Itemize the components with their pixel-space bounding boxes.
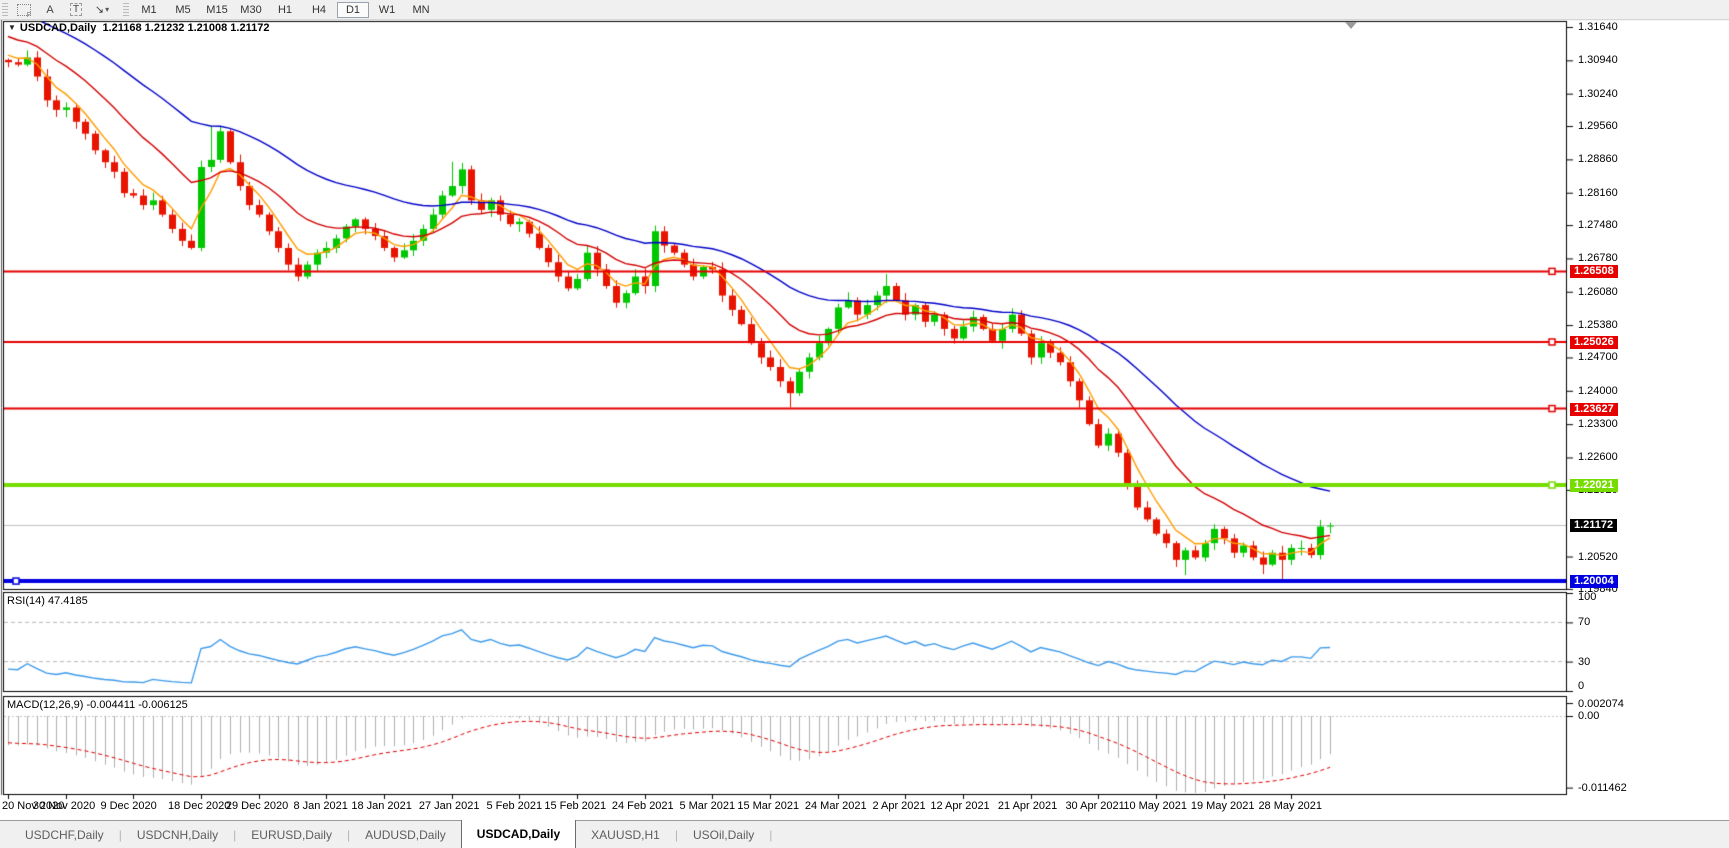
rsi-axis-label: 100 — [1578, 591, 1597, 603]
toolbar: F A T ↘ ▾ M1 M5 M15 M30 H1 H4 D1 W1 MN — [0, 0, 1729, 20]
timeframe-button-m1[interactable]: M1 — [133, 2, 165, 18]
date-label: 10 May 2021 — [1123, 800, 1187, 812]
price-tick-label: 1.29560 — [1578, 120, 1618, 133]
timeframe-button-m5[interactable]: M5 — [167, 2, 199, 18]
tab-xauusd-h1[interactable]: XAUUSD,H1 — [576, 821, 675, 848]
hline-price-tag: 1.20004 — [1570, 575, 1618, 589]
rsi-axis-label: 30 — [1578, 655, 1591, 668]
macd-axis-label: 0.002074 — [1578, 698, 1624, 710]
chart-symbol-label: USDCAD,Daily — [19, 22, 97, 34]
toolbar-grip-icon — [2, 3, 8, 16]
date-label: 19 May 2021 — [1190, 800, 1255, 812]
hline-price-tag: 1.23627 — [1570, 402, 1618, 416]
hline-price-tag: 1.25026 — [1570, 335, 1618, 349]
price-tick-label: 1.20520 — [1578, 550, 1618, 563]
price-tick-label: 1.31640 — [1578, 21, 1618, 33]
tab-bar: USDCHF,Daily | USDCNH,Daily | EURUSD,Daily | A… — [0, 820, 1729, 848]
rsi-axis-label: 0 — [1578, 680, 1585, 692]
trading-platform-window: { "toolbar": { "icons": [ {"name": "char… — [0, 0, 1729, 848]
date-label: 24 Feb 2021 — [611, 800, 674, 812]
price-tick-label: 1.24000 — [1578, 384, 1618, 397]
timeframe-button-m30[interactable]: M30 — [235, 2, 267, 18]
date-label: 30 Nov 2020 — [32, 800, 96, 812]
tab-separator: | — [769, 828, 773, 842]
date-label: 28 May 2021 — [1258, 800, 1323, 812]
letter-a-icon[interactable]: A — [40, 2, 60, 17]
chart-canvas[interactable] — [0, 0, 1729, 848]
price-tick-label: 1.22600 — [1578, 451, 1618, 464]
current-price-tag: 1.21172 — [1570, 519, 1618, 533]
chart-grid-icon[interactable]: F — [14, 2, 34, 19]
price-tick-label: 1.30240 — [1578, 87, 1618, 100]
timeframe-button-group: M1 M5 M15 M30 H1 H4 D1 W1 MN — [132, 1, 438, 18]
macd-panel-label: MACD(12,26,9) -0.004411 -0.006125 — [7, 699, 188, 711]
chart-shift-marker-icon[interactable] — [1345, 22, 1357, 29]
date-label: 29 Dec 2020 — [225, 800, 289, 812]
timeframe-button-h1[interactable]: H1 — [269, 2, 301, 18]
macd-axis-label: 0.00 — [1578, 710, 1600, 722]
tab-audusd-daily[interactable]: AUDUSD,Daily — [350, 821, 461, 848]
tab-usoil-daily[interactable]: USOil,Daily — [678, 821, 769, 848]
price-tick-label: 1.24700 — [1578, 351, 1618, 364]
date-label: 27 Jan 2021 — [418, 800, 480, 812]
price-tick-label: 1.30940 — [1578, 54, 1618, 67]
date-label: 9 Dec 2020 — [100, 800, 157, 812]
hline-price-tag: 1.26508 — [1570, 265, 1618, 279]
tab-usdcad-daily[interactable]: USDCAD,Daily — [460, 820, 577, 848]
date-label: 2 Apr 2021 — [872, 800, 926, 812]
date-label: 5 Mar 2021 — [679, 800, 736, 812]
date-label: 30 Apr 2021 — [1065, 800, 1125, 812]
date-label: 15 Feb 2021 — [544, 800, 607, 812]
price-tick-label: 1.28160 — [1578, 186, 1618, 199]
price-tick-label: 1.26780 — [1578, 252, 1618, 265]
chart-ohlc-quote: 1.21168 1.21232 1.21008 1.21172 — [102, 22, 270, 34]
chart-dropdown-icon[interactable]: ▼ — [8, 23, 16, 32]
dropdown-caret-icon[interactable]: ▾ — [105, 5, 109, 14]
tab-eurusd-daily[interactable]: EURUSD,Daily — [236, 821, 347, 848]
chart-title: ▼ USDCAD,Daily 1.21168 1.21232 1.21008 1.… — [8, 22, 269, 34]
price-tick-label: 1.27480 — [1578, 219, 1618, 232]
macd-axis-label: -0.011462 — [1578, 781, 1627, 794]
timeframe-button-d1[interactable]: D1 — [337, 1, 369, 18]
price-tick-label: 1.25380 — [1578, 319, 1618, 332]
date-label: 18 Dec 2020 — [168, 800, 231, 812]
date-label: 12 Apr 2021 — [930, 800, 990, 812]
hline-price-tag: 1.22021 — [1570, 479, 1618, 493]
price-tick-label: 1.23300 — [1578, 418, 1618, 431]
rsi-axis-label: 70 — [1578, 616, 1591, 629]
toolbar-grip-icon — [123, 3, 129, 16]
tab-usdcnh-daily[interactable]: USDCNH,Daily — [122, 821, 233, 848]
date-label: 18 Jan 2021 — [351, 800, 412, 812]
price-tick-label: 1.28860 — [1578, 153, 1618, 166]
date-label: 24 Mar 2021 — [804, 800, 867, 812]
text-tool-icon[interactable]: T — [66, 2, 86, 17]
timeframe-button-m15[interactable]: M15 — [201, 2, 233, 18]
object-arrows-icon[interactable]: ↘ ▾ — [92, 2, 112, 17]
date-label: 5 Feb 2021 — [486, 800, 543, 812]
timeframe-button-h4[interactable]: H4 — [303, 2, 335, 18]
timeframe-button-mn[interactable]: MN — [405, 2, 437, 18]
price-tick-label: 1.26080 — [1578, 285, 1618, 298]
tab-usdchf-daily[interactable]: USDCHF,Daily — [10, 821, 119, 848]
date-label: 8 Jan 2021 — [293, 800, 348, 812]
date-label: 21 Apr 2021 — [997, 800, 1058, 812]
date-label: 15 Mar 2021 — [737, 800, 800, 812]
timeframe-button-w1[interactable]: W1 — [371, 2, 403, 18]
rsi-panel-label: RSI(14) 47.4185 — [7, 595, 88, 607]
